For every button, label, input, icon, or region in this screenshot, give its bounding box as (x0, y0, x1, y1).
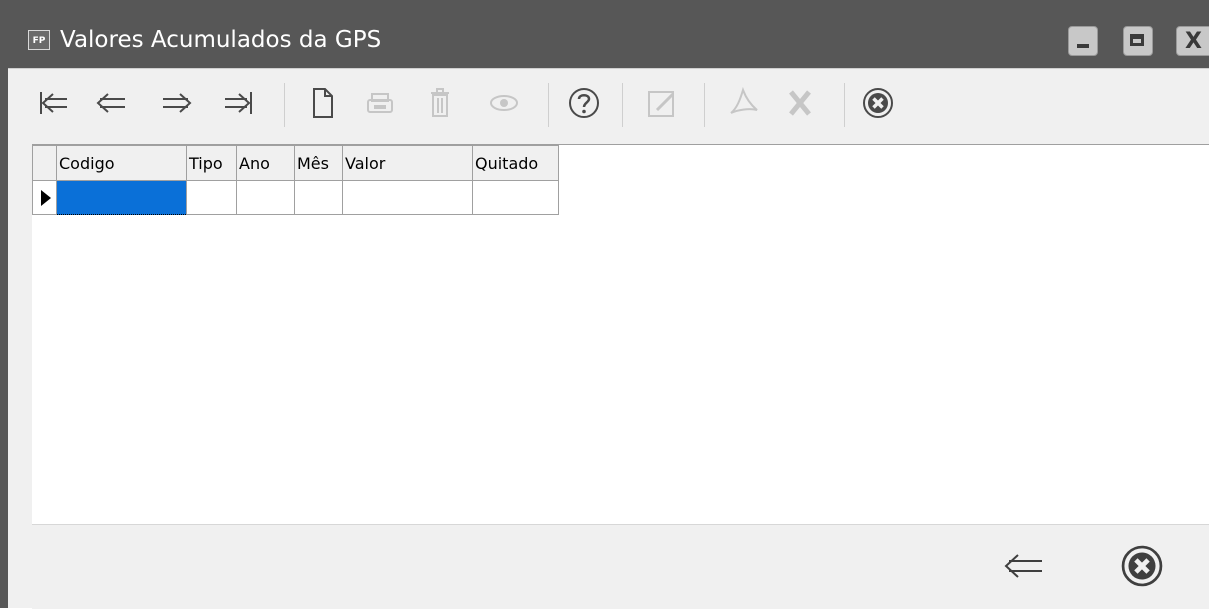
client-area: Codigo Tipo Ano Mês Valor Quitado (8, 68, 1209, 609)
close-form-button[interactable] (1112, 533, 1172, 599)
toolbar (8, 68, 1209, 145)
close-circle-icon (1121, 545, 1163, 587)
toolbar-separator (622, 83, 623, 127)
row-pointer-icon (41, 189, 51, 206)
grid-header-row: Codigo Tipo Ano Mês Valor Quitado (32, 145, 559, 181)
table-row[interactable] (32, 180, 559, 215)
print-button[interactable] (358, 79, 402, 127)
cell-codigo[interactable] (56, 180, 187, 215)
first-record-button[interactable] (32, 79, 76, 127)
toolbar-separator (284, 83, 285, 127)
column-header-ano[interactable]: Ano (236, 145, 295, 181)
cell-mes[interactable] (294, 180, 343, 215)
cell-valor[interactable] (342, 180, 473, 215)
first-record-icon (40, 92, 67, 114)
previous-record-button[interactable] (90, 79, 134, 127)
next-record-icon (163, 93, 192, 113)
edit-icon (648, 91, 675, 117)
help-icon (569, 88, 599, 118)
next-record-button[interactable] (154, 79, 198, 127)
window-title: Valores Acumulados da GPS (60, 27, 382, 53)
edit-button[interactable] (640, 79, 684, 127)
cell-ano[interactable] (236, 180, 295, 215)
grid-table: Codigo Tipo Ano Mês Valor Quitado (32, 145, 559, 215)
title-bar[interactable]: FP Valores Acumulados da GPS X (0, 0, 1209, 68)
back-button[interactable] (994, 533, 1054, 599)
toolbar-separator (548, 83, 549, 127)
delete-button[interactable] (418, 79, 462, 127)
cell-tipo[interactable] (186, 180, 237, 215)
last-record-icon (225, 92, 252, 114)
close-button[interactable] (856, 79, 900, 127)
new-record-button[interactable] (300, 79, 344, 127)
minimize-button[interactable] (1068, 26, 1098, 56)
close-window-button[interactable]: X (1176, 26, 1209, 56)
column-header-codigo[interactable]: Codigo (56, 145, 187, 181)
export-excel-button[interactable] (778, 79, 822, 127)
last-record-button[interactable] (216, 79, 260, 127)
eye-icon (490, 95, 518, 111)
current-row-indicator (32, 180, 57, 215)
column-header-valor[interactable]: Valor (342, 145, 473, 181)
pdf-icon (730, 86, 758, 114)
footer-bar (32, 524, 1209, 609)
close-icon: X (1185, 29, 1202, 54)
app-window: FP Valores Acumulados da GPS X Codigo Ti… (0, 0, 1209, 609)
toolbar-separator (704, 83, 705, 127)
back-arrow-icon (1004, 554, 1042, 578)
view-button[interactable] (482, 79, 526, 127)
printer-icon (367, 93, 393, 113)
column-header-quitado[interactable]: Quitado (472, 145, 559, 181)
column-header-mes[interactable]: Mês (294, 145, 343, 181)
export-pdf-button[interactable] (722, 79, 766, 127)
cell-quitado[interactable] (472, 180, 559, 215)
help-button[interactable] (562, 79, 606, 127)
excel-icon (789, 90, 811, 116)
data-grid[interactable]: Codigo Tipo Ano Mês Valor Quitado (32, 144, 1209, 525)
header-indicator-cell (32, 145, 57, 181)
close-circle-icon (863, 88, 893, 118)
app-icon: FP (28, 30, 50, 50)
trash-icon (431, 88, 449, 117)
new-document-icon (313, 88, 333, 118)
toolbar-separator (844, 83, 845, 127)
maximize-button[interactable] (1123, 26, 1153, 56)
previous-record-icon (96, 93, 125, 113)
column-header-tipo[interactable]: Tipo (186, 145, 237, 181)
